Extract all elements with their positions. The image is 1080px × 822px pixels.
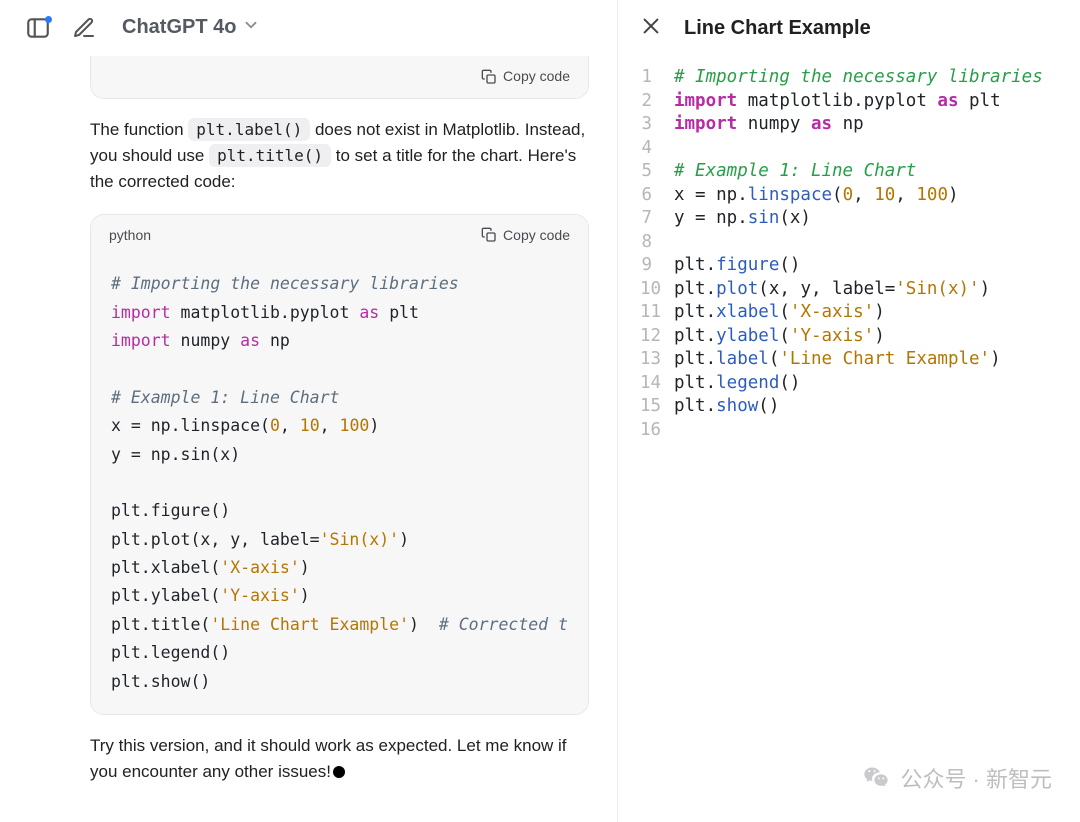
chevron-down-icon bbox=[242, 16, 260, 40]
line-number: 8 bbox=[640, 231, 674, 255]
sidebar-toggle-icon[interactable] bbox=[24, 14, 52, 42]
line-number: 6 bbox=[640, 184, 674, 208]
editor-code[interactable]: import matplotlib.pyplot as plt bbox=[674, 90, 1001, 114]
copy-code-label: Copy code bbox=[503, 66, 570, 88]
editor-line[interactable]: 11plt.xlabel('X-axis') bbox=[640, 301, 1062, 325]
line-number: 14 bbox=[640, 372, 674, 396]
canvas-panel: Line Chart Example 1# Importing the nece… bbox=[617, 0, 1080, 822]
editor-line[interactable]: 6x = np.linspace(0, 10, 100) bbox=[640, 184, 1062, 208]
editor-code[interactable]: x = np.linspace(0, 10, 100) bbox=[674, 184, 959, 208]
code-block[interactable]: # Importing the necessary libraries impo… bbox=[91, 256, 588, 714]
line-number: 15 bbox=[640, 395, 674, 419]
editor-code[interactable]: # Importing the necessary libraries bbox=[674, 66, 1043, 90]
copy-code-label: Copy code bbox=[503, 225, 570, 247]
copy-code-button[interactable]: Copy code bbox=[481, 66, 570, 88]
editor-code[interactable]: plt.ylabel('Y-axis') bbox=[674, 325, 885, 349]
line-number: 16 bbox=[640, 419, 674, 443]
line-number: 10 bbox=[640, 278, 674, 302]
line-number: 1 bbox=[640, 66, 674, 90]
watermark: 公众号 · 新智元 bbox=[862, 762, 1052, 794]
line-number: 13 bbox=[640, 348, 674, 372]
line-number: 5 bbox=[640, 160, 674, 184]
editor-line[interactable]: 8 bbox=[640, 231, 1062, 255]
chat-content: Copy code The function plt.label() does … bbox=[0, 56, 617, 822]
editor-code[interactable]: y = np.sin(x) bbox=[674, 207, 811, 231]
notification-dot-icon bbox=[45, 16, 52, 23]
watermark-text: 公众号 · 新智元 bbox=[900, 762, 1052, 794]
model-switcher[interactable]: ChatGPT 4o bbox=[122, 16, 260, 40]
close-icon[interactable] bbox=[640, 15, 662, 42]
wechat-icon bbox=[862, 764, 890, 792]
editor-line[interactable]: 13plt.label('Line Chart Example') bbox=[640, 348, 1062, 372]
editor-line[interactable]: 12plt.ylabel('Y-axis') bbox=[640, 325, 1062, 349]
line-number: 11 bbox=[640, 301, 674, 325]
inline-code: plt.label() bbox=[188, 118, 310, 141]
line-number: 2 bbox=[640, 90, 674, 114]
editor-code[interactable]: # Example 1: Line Chart bbox=[674, 160, 916, 184]
editor-line[interactable]: 9plt.figure() bbox=[640, 254, 1062, 278]
editor-code[interactable]: plt.plot(x, y, label='Sin(x)') bbox=[674, 278, 990, 302]
editor-code[interactable]: plt.label('Line Chart Example') bbox=[674, 348, 1001, 372]
line-number: 9 bbox=[640, 254, 674, 278]
editor-code[interactable]: plt.xlabel('X-axis') bbox=[674, 301, 885, 325]
editor-line[interactable]: 7y = np.sin(x) bbox=[640, 207, 1062, 231]
line-number: 4 bbox=[640, 137, 674, 161]
line-number: 7 bbox=[640, 207, 674, 231]
code-card-truncated: Copy code bbox=[90, 56, 589, 99]
canvas-title: Line Chart Example bbox=[684, 17, 871, 40]
editor-line[interactable]: 1# Importing the necessary libraries bbox=[640, 66, 1062, 90]
editor-line[interactable]: 14plt.legend() bbox=[640, 372, 1062, 396]
assistant-paragraph-2: Try this version, and it should work as … bbox=[90, 733, 589, 786]
code-card-main: python Copy code # Importing the necessa… bbox=[90, 214, 589, 715]
inline-code: plt.title() bbox=[209, 144, 331, 167]
editor-line[interactable]: 16 bbox=[640, 419, 1062, 443]
editor-code[interactable]: plt.figure() bbox=[674, 254, 800, 278]
editor-code[interactable]: plt.legend() bbox=[674, 372, 800, 396]
model-name: ChatGPT 4o bbox=[122, 16, 236, 39]
line-number: 3 bbox=[640, 113, 674, 137]
copy-code-button[interactable]: Copy code bbox=[481, 225, 570, 247]
editor-line[interactable]: 2import matplotlib.pyplot as plt bbox=[640, 90, 1062, 114]
editor-line[interactable]: 5# Example 1: Line Chart bbox=[640, 160, 1062, 184]
editor-line[interactable]: 3import numpy as np bbox=[640, 113, 1062, 137]
code-language-label: python bbox=[109, 225, 151, 247]
editor-line[interactable]: 4 bbox=[640, 137, 1062, 161]
editor-code[interactable]: import numpy as np bbox=[674, 113, 864, 137]
code-editor[interactable]: 1# Importing the necessary libraries2imp… bbox=[618, 56, 1080, 822]
editor-code[interactable]: plt.show() bbox=[674, 395, 779, 419]
assistant-paragraph-1: The function plt.label() does not exist … bbox=[90, 117, 589, 196]
top-bar: ChatGPT 4o bbox=[0, 0, 617, 56]
copy-icon bbox=[481, 227, 497, 243]
editor-line[interactable]: 15plt.show() bbox=[640, 395, 1062, 419]
editor-line[interactable]: 10plt.plot(x, y, label='Sin(x)') bbox=[640, 278, 1062, 302]
line-number: 12 bbox=[640, 325, 674, 349]
streaming-cursor-icon bbox=[333, 766, 345, 778]
copy-icon bbox=[481, 69, 497, 85]
new-chat-icon[interactable] bbox=[70, 14, 98, 42]
